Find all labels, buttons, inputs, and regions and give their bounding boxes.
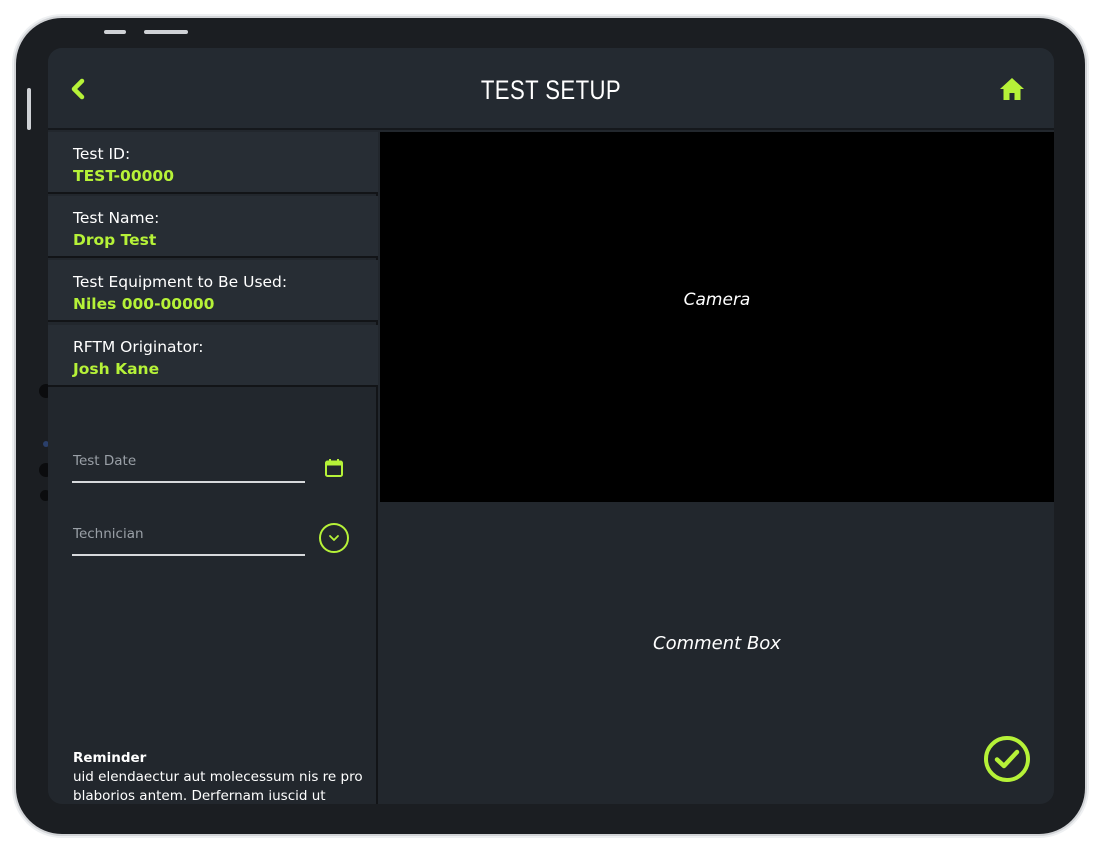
comment-box-label: Comment Box xyxy=(653,633,781,654)
test-equipment-card: Test Equipment to Be Used: Niles 000-000… xyxy=(48,260,378,322)
test-equipment-value: Niles 000-00000 xyxy=(73,295,215,313)
check-circle-icon xyxy=(984,736,1030,782)
chevron-down-icon xyxy=(329,535,339,541)
technician-placeholder: Technician xyxy=(73,526,144,542)
technician-dropdown-button[interactable] xyxy=(319,523,349,553)
calendar-icon xyxy=(325,459,343,477)
rftm-originator-card: RFTM Originator: Josh Kane xyxy=(48,325,378,387)
technician-field[interactable]: Technician xyxy=(72,520,305,556)
test-equipment-label: Test Equipment to Be Used: xyxy=(73,273,288,291)
page-title: TEST SETUP xyxy=(480,75,622,105)
camera-view[interactable]: Camera xyxy=(380,132,1054,502)
test-date-placeholder: Test Date xyxy=(73,453,137,469)
reminder-title: Reminder xyxy=(73,750,147,766)
app-header: TEST SETUP xyxy=(48,48,1054,130)
rftm-originator-value: Josh Kane xyxy=(73,360,160,378)
test-id-label: Test ID: xyxy=(73,145,131,163)
test-id-card: Test ID: TEST-00000 xyxy=(48,132,378,194)
app-screen: TEST SETUP Test ID: TEST-00000 Test Name… xyxy=(48,48,1054,804)
comment-box[interactable]: Comment Box xyxy=(380,503,1054,804)
test-info-panel: Test ID: TEST-00000 Test Name: Drop Test… xyxy=(48,132,378,804)
back-button[interactable] xyxy=(68,76,92,102)
reminder-note: Reminder uid elendaectur aut molecessum … xyxy=(73,749,363,804)
chevron-left-icon xyxy=(71,78,85,100)
test-name-value: Drop Test xyxy=(73,231,157,249)
volume-button xyxy=(144,30,188,34)
rftm-originator-label: RFTM Originator: xyxy=(73,338,204,356)
test-name-card: Test Name: Drop Test xyxy=(48,196,378,258)
reminder-text: uid elendaectur aut molecessum nis re pr… xyxy=(73,769,363,804)
test-name-label: Test Name: xyxy=(73,209,160,227)
test-id-value: TEST-00000 xyxy=(73,167,174,185)
home-button[interactable] xyxy=(998,75,1026,103)
home-icon xyxy=(1000,78,1024,100)
calendar-button[interactable] xyxy=(324,458,344,478)
power-button xyxy=(104,30,126,34)
confirm-button[interactable] xyxy=(983,735,1031,783)
test-date-field[interactable]: Test Date xyxy=(72,447,305,483)
camera-label: Camera xyxy=(683,290,751,310)
side-button xyxy=(27,88,31,130)
